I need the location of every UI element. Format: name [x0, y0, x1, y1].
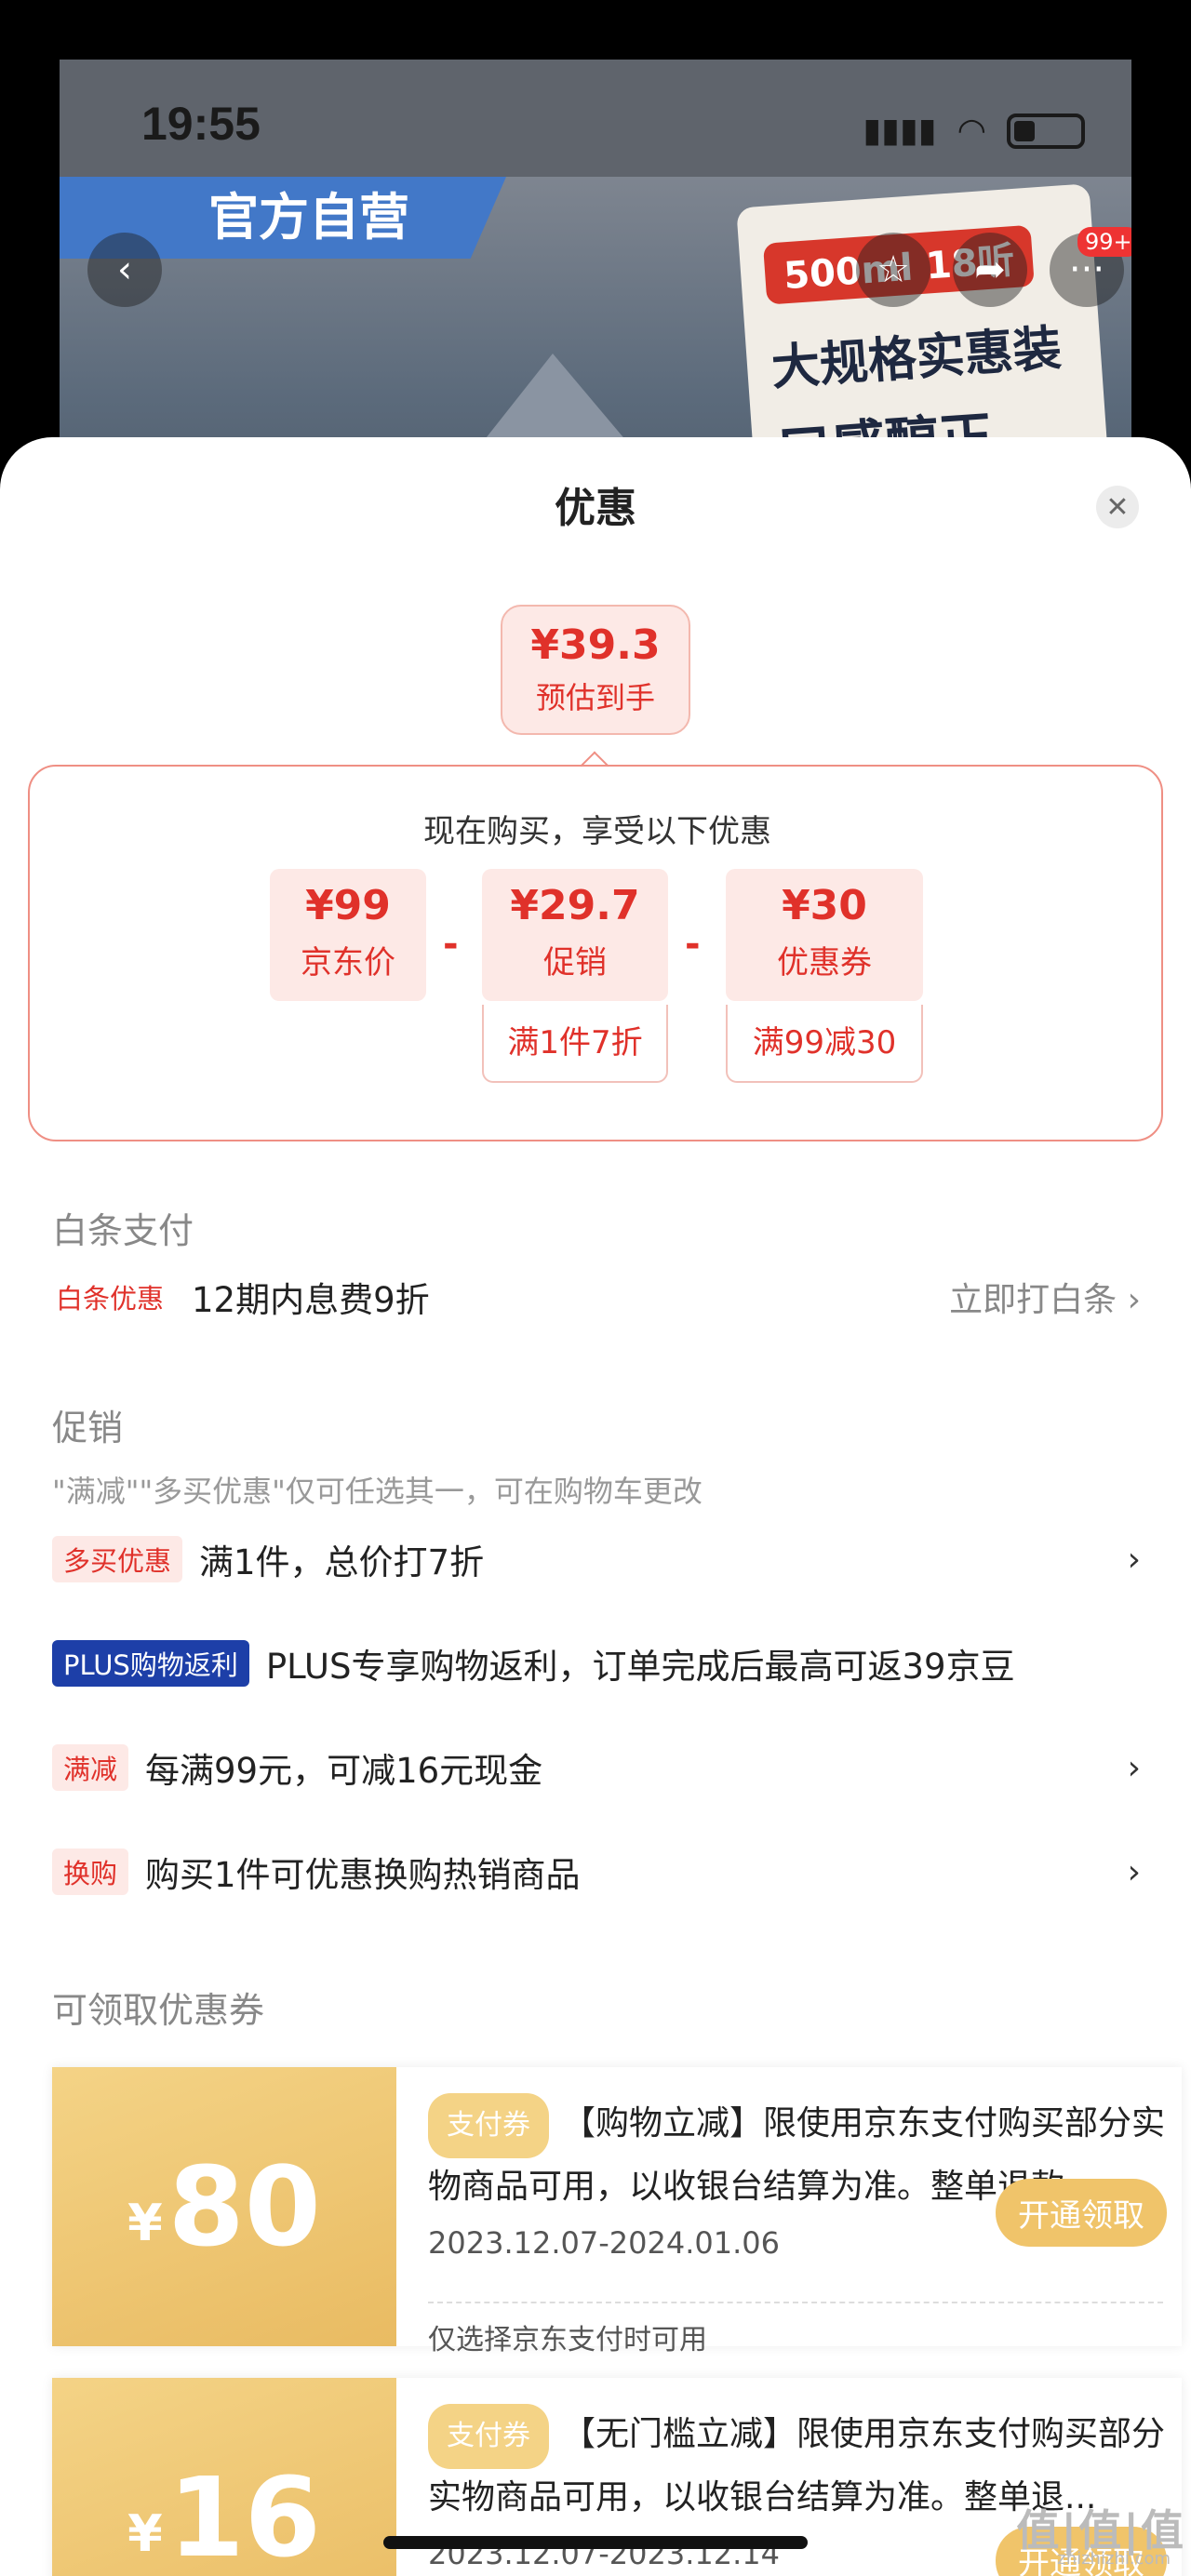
- breakdown-label: 优惠券: [777, 944, 872, 981]
- coupon-currency: ¥: [127, 2193, 163, 2252]
- coupon-card: ¥ 80 支付券 【购物立减】限使用京东支付购买部分实物商品可用，以收银台结算为准…: [52, 2067, 1182, 2356]
- chevron-right-icon: ›: [1127, 1748, 1141, 1787]
- breakdown-value: ¥30: [782, 882, 867, 929]
- breakdown-sub-coupon: 满99减30: [726, 1005, 923, 1083]
- chevron-left-icon: ‹: [117, 248, 132, 291]
- promotion-row: PLUS购物返利 PLUS专享购物返利，订单完成后最高可返39京豆: [52, 1635, 1141, 1691]
- minus-sign: -: [443, 923, 459, 966]
- back-button[interactable]: ‹: [87, 233, 162, 307]
- coupon-type-tag: 支付券: [428, 2093, 549, 2158]
- breakdown-label: 促销: [543, 944, 607, 981]
- chevron-right-icon: ›: [1127, 1281, 1141, 1319]
- discount-sheet: 优惠 ✕ ¥39.3 预估到手 现在购买，享受以下优惠 ¥99 京东价 - ¥2…: [0, 437, 1191, 2576]
- promotion-row[interactable]: 换购 购买1件可优惠换购热销商品 ›: [52, 1844, 1141, 1900]
- breakdown-title: 现在购买，享受以下优惠: [423, 813, 771, 850]
- coupon-amount-panel: ¥ 16: [52, 2378, 396, 2576]
- signal-icon: ▮▮▮▮: [863, 112, 937, 150]
- promotion-row[interactable]: 满减 每满99元，可减16元现金 ›: [52, 1740, 1141, 1795]
- status-bar: 19:55 ▮▮▮▮ ◠: [60, 60, 1131, 177]
- share-icon: ➦: [974, 248, 1006, 291]
- coupon-amount: 80: [167, 2142, 321, 2271]
- coupon-currency: ¥: [127, 2503, 163, 2563]
- sheet-title: 优惠: [555, 485, 636, 532]
- coupon-amount: 16: [167, 2453, 321, 2576]
- close-icon: ✕: [1105, 490, 1130, 524]
- promotion-note: "满减""多买优惠"仅可任选其一，可在购物车更改: [52, 1474, 703, 1509]
- estimated-price-label: 预估到手: [535, 680, 655, 715]
- breakdown-item-promotion: ¥29.7 促销: [482, 869, 668, 1001]
- chevron-right-icon: ›: [1127, 1852, 1141, 1891]
- coupon-type-tag: 支付券: [428, 2404, 549, 2469]
- star-icon: ☆: [877, 248, 910, 291]
- section-title-baitiao: 白条支付: [52, 1210, 194, 1251]
- breakdown-sub-promotion: 满1件7折: [482, 1005, 668, 1083]
- promotion-text: 购买1件可优惠换购热销商品: [145, 1855, 581, 1895]
- promotion-text: 每满99元，可减16元现金: [145, 1751, 543, 1791]
- baitiao-text: 12期内息费9折: [192, 1280, 430, 1320]
- breakdown-value: ¥29.7: [510, 882, 640, 929]
- promotion-text: 满1件，总价打7折: [199, 1542, 485, 1582]
- section-title-promotion: 促销: [52, 1408, 124, 1448]
- baitiao-action-label: 立即打白条: [949, 1281, 1117, 1319]
- plus-rebate-tag: PLUS购物返利: [52, 1640, 249, 1687]
- claim-coupon-button[interactable]: 开通领取: [996, 2179, 1167, 2247]
- close-button[interactable]: ✕: [1096, 486, 1139, 528]
- estimated-price: ¥39.3: [530, 621, 661, 669]
- baitiao-row[interactable]: 白条优惠 12期内息费9折 立即打白条 ›: [52, 1269, 1141, 1325]
- breakdown-value: ¥99: [305, 882, 391, 929]
- promotion-tag: 满减: [52, 1744, 129, 1791]
- promotion-tag: 多买优惠: [52, 1536, 183, 1582]
- breakdown-item-jd-price: ¥99 京东价: [270, 869, 426, 1001]
- chevron-right-icon: ›: [1127, 1540, 1141, 1579]
- wifi-icon: ◠: [957, 112, 986, 150]
- promotion-row[interactable]: 多买优惠 满1件，总价打7折 ›: [52, 1531, 1141, 1587]
- status-time: 19:55: [141, 98, 261, 150]
- watermark-url: zhizhizhi.com: [1057, 2549, 1171, 2569]
- coupon-note: 仅选择京东支付时可用: [428, 2302, 1163, 2357]
- promotion-tag: 换购: [52, 1849, 129, 1895]
- status-icons: ▮▮▮▮ ◠: [863, 112, 1085, 150]
- section-title-coupons: 可领取优惠券: [52, 1990, 265, 2031]
- background-app: 19:55 ▮▮▮▮ ◠ 官方自营 500ml 18听 大规格实惠装 口感醇正 …: [0, 0, 1191, 484]
- favorite-button[interactable]: ☆: [856, 233, 930, 307]
- baitiao-tag: 白条优惠: [56, 1283, 165, 1315]
- product-page-backdrop: 19:55 ▮▮▮▮ ◠ 官方自营 500ml 18听 大规格实惠装 口感醇正 …: [60, 60, 1131, 484]
- home-indicator[interactable]: [383, 2536, 808, 2549]
- breakdown-label: 京东价: [301, 944, 395, 981]
- baitiao-action-link[interactable]: 立即打白条 ›: [949, 1273, 1141, 1321]
- message-badge: 99+: [1077, 227, 1131, 257]
- promo-line: 大规格实惠装: [769, 320, 1064, 397]
- estimated-price-box: ¥39.3 预估到手: [501, 605, 690, 735]
- promotion-text: PLUS专享购物返利，订单完成后最高可返39京豆: [265, 1647, 1015, 1687]
- breakdown-item-coupon: ¥30 优惠券: [726, 869, 923, 1001]
- share-button[interactable]: ➦: [953, 233, 1027, 307]
- battery-icon: [1007, 113, 1085, 149]
- price-breakdown: 现在购买，享受以下优惠 ¥99 京东价 - ¥29.7 促销 满1件7折 - ¥…: [28, 765, 1163, 1141]
- minus-sign: -: [685, 923, 701, 966]
- coupon-amount-panel: ¥ 80: [52, 2067, 396, 2346]
